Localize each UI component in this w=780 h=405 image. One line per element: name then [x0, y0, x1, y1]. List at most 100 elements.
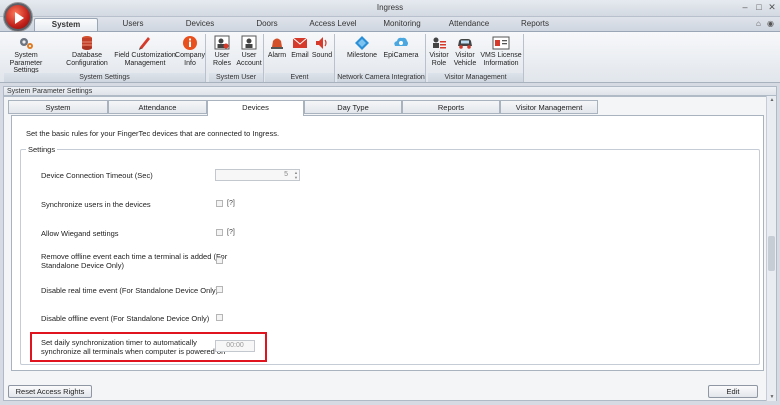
panel-header: System Parameter Settings [3, 86, 777, 96]
button-label: Account [236, 59, 262, 67]
spinner-value: 5 [284, 171, 288, 178]
close-button[interactable]: ✕ [767, 2, 777, 13]
tab-attendance[interactable]: Attendance [108, 100, 207, 114]
group-label: Event [265, 73, 334, 82]
vehicle-icon [458, 39, 472, 49]
sound-icon [316, 37, 327, 49]
settings-legend: Settings [26, 145, 58, 154]
wiegand-label: Allow Wiegand settings [41, 229, 119, 238]
button-label: Roles [213, 59, 231, 67]
button-label: Info [184, 59, 196, 67]
visitor-role-button[interactable]: Visitor Role [428, 34, 450, 67]
tab-day-type[interactable]: Day Type [304, 100, 402, 114]
user-account-icon [241, 35, 257, 50]
alarm-button[interactable]: Alarm [266, 34, 288, 60]
group-label: Visitor Management [428, 73, 523, 82]
tab-attendance[interactable]: Attendance [442, 18, 496, 31]
highlight-box [30, 332, 267, 362]
tab-doors[interactable]: Doors [244, 18, 290, 31]
tab-access-level[interactable]: Access Level [305, 18, 361, 31]
device-timeout-spinner[interactable]: 5 ▲ ▼ [215, 169, 300, 181]
disable-realtime-checkbox[interactable] [216, 286, 223, 293]
group-label: System User [209, 73, 263, 82]
email-icon [292, 37, 308, 48]
button-label: Vehicle [453, 59, 477, 67]
label-text: Standalone Device Only) [41, 261, 124, 270]
sync-users-checkbox[interactable] [216, 200, 223, 207]
visitor-vehicle-button[interactable]: Visitor Vehicle [451, 34, 479, 67]
scroll-up-icon[interactable]: ▲ [767, 97, 777, 103]
button-label: Alarm [267, 52, 287, 59]
button-label: User [214, 52, 230, 59]
scroll-down-icon[interactable]: ▼ [767, 394, 777, 400]
button-label: EpiCamera [383, 52, 419, 59]
group-visitor-management: Visitor Role Visitor Vehicle VMS License… [428, 34, 524, 82]
button-label: Visitor [455, 52, 475, 59]
ribbon-tab-bar: System Settings Users Devices Doors Acce… [0, 17, 780, 41]
company-info-button[interactable]: Company Info [174, 34, 206, 67]
label-text: Allow Wiegand settings [41, 229, 119, 238]
minimize-ribbon-icon[interactable]: ⌂ [756, 19, 761, 28]
user-roles-icon [214, 35, 230, 50]
spinner-arrows-icon[interactable]: ▲ ▼ [294, 170, 298, 180]
vms-license-button[interactable]: VMS License Information [479, 34, 523, 67]
reset-access-rights-button[interactable]: Reset Access Rights [8, 385, 92, 398]
wiegand-help[interactable]: [?] [227, 229, 235, 236]
milestone-button[interactable]: Milestone [343, 34, 381, 60]
database-icon [82, 36, 92, 50]
tab-reports[interactable]: Reports [402, 100, 500, 114]
wiegand-checkbox[interactable] [216, 229, 223, 236]
tab-devices[interactable]: Devices [177, 18, 223, 31]
description-text: Set the basic rules for your FingerTec d… [26, 129, 280, 138]
minimize-button[interactable]: – [740, 2, 750, 12]
group-system-settings: System Parameter Settings Database Confi… [4, 34, 206, 82]
tab-devices[interactable]: Devices [207, 100, 304, 116]
tab-visitor-management[interactable]: Visitor Management [500, 100, 598, 114]
disable-offline-checkbox[interactable] [216, 314, 223, 321]
group-label: Network Camera Integration [337, 73, 425, 82]
group-label: System Settings [4, 73, 205, 82]
button-label: Field Customization [114, 52, 176, 59]
alarm-icon [271, 38, 283, 49]
sound-button[interactable]: Sound [311, 34, 333, 60]
group-network-camera: Milestone EpiCamera Network Camera Integ… [337, 34, 426, 82]
button-label: Role [431, 59, 447, 67]
label-text: Device Connection Timeout (Sec) [41, 171, 153, 180]
maximize-button[interactable]: □ [754, 2, 764, 12]
tab-reports[interactable]: Reports [512, 18, 558, 31]
label-text: Disable offline event (For Standalone De… [41, 314, 210, 323]
device-timeout-label: Device Connection Timeout (Sec) [41, 171, 153, 180]
system-parameter-settings-button[interactable]: System Parameter Settings [4, 34, 48, 75]
sync-users-label: Synchronize users in the devices [41, 200, 151, 209]
tab-users[interactable]: Users [110, 18, 156, 31]
label-text: Remove offline event each time a termina… [41, 252, 228, 261]
button-label: Sound [311, 52, 333, 59]
window-title: Ingress [376, 3, 404, 12]
epicamera-button[interactable]: EpiCamera [381, 34, 421, 60]
title-bar: Ingress – □ ✕ [0, 0, 780, 17]
scroll-thumb[interactable] [768, 236, 775, 271]
email-button[interactable]: Email [289, 34, 311, 60]
info-icon [183, 36, 197, 50]
ribbon: System Parameter Settings Database Confi… [0, 31, 780, 83]
button-label: Information [483, 59, 519, 67]
user-account-button[interactable]: User Account [235, 34, 263, 67]
play-icon [15, 12, 24, 24]
edit-button[interactable]: Edit [708, 385, 758, 398]
remove-offline-checkbox[interactable] [216, 257, 223, 264]
milestone-icon [355, 36, 369, 50]
vertical-scrollbar[interactable]: ▲ ▼ [766, 96, 776, 401]
tab-system[interactable]: System [8, 100, 108, 114]
app-menu-button[interactable] [4, 3, 32, 31]
sync-users-help[interactable]: [?] [227, 200, 235, 207]
field-customization-button[interactable]: Field Customization Management [112, 34, 178, 67]
group-system-user: User Roles User Account System User [209, 34, 264, 82]
database-configuration-button[interactable]: Database Configuration [65, 34, 109, 67]
help-icon[interactable]: ◉ [767, 19, 774, 28]
user-roles-button[interactable]: User Roles [210, 34, 234, 67]
tab-system-settings[interactable]: System Settings [34, 18, 98, 41]
group-event: Alarm Email Sound Event [265, 34, 335, 82]
tab-monitoring[interactable]: Monitoring [376, 18, 428, 31]
button-label: System Parameter [9, 52, 43, 67]
label-text: Synchronize users in the devices [41, 200, 151, 209]
